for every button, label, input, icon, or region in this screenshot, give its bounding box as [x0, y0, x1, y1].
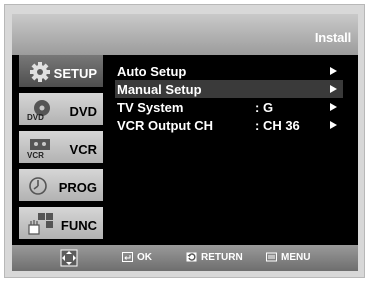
menu-item-tv-system[interactable]: TV System : G — [115, 98, 343, 116]
sidebar-item-label: SETUP — [53, 66, 97, 81]
hand-grid-icon — [28, 213, 53, 235]
arrow-right-icon — [330, 85, 337, 93]
header-bar: Install — [12, 14, 358, 55]
sidebar-item-label: VCR — [69, 142, 97, 157]
arrow-right-icon — [330, 103, 337, 111]
menu-item-label: Manual Setup — [117, 82, 202, 97]
sidebar-item-dvd[interactable]: DVD DVD — [19, 93, 103, 128]
return-label: RETURN — [201, 252, 243, 263]
directional-pad-icon — [60, 249, 78, 267]
setup-menu: Auto Setup Manual Setup TV System : G VC… — [115, 62, 343, 134]
menu-icon — [266, 252, 277, 262]
dvd-icon-text: DVD — [27, 113, 44, 121]
footer-bar: OK RETURN MENU — [12, 245, 358, 271]
menu-item-value: : CH 36 — [255, 118, 300, 133]
menu-item-label: Auto Setup — [117, 64, 187, 79]
menu-item-auto-setup[interactable]: Auto Setup — [115, 62, 343, 80]
return-hint: RETURN — [186, 252, 243, 263]
sidebar-item-prog[interactable]: PROG — [19, 169, 103, 204]
dvd-disc-icon: DVD — [27, 100, 50, 121]
arrow-right-icon — [330, 67, 337, 75]
sidebar-item-label: PROG — [58, 180, 97, 195]
arrow-right-icon — [330, 121, 337, 129]
menu-label: MENU — [281, 252, 311, 263]
return-icon — [186, 252, 197, 262]
header-title: Install — [314, 30, 351, 45]
osd-screen: Install SETUP DVD DVD VCR VCR PROG FUNC … — [12, 14, 358, 271]
menu-hint: MENU — [266, 252, 310, 263]
clock-icon — [29, 177, 47, 195]
sidebar-item-label: DVD — [69, 104, 97, 119]
menu-item-label: TV System — [117, 100, 184, 115]
enter-icon — [122, 252, 133, 262]
vcr-icon-text: VCR — [27, 151, 44, 159]
menu-item-label: VCR Output CH — [117, 118, 214, 133]
sidebar-item-func[interactable]: FUNC — [19, 207, 103, 242]
menu-item-value: : G — [255, 100, 274, 115]
vcr-tape-icon: VCR — [27, 139, 50, 159]
sidebar-item-setup[interactable]: SETUP — [19, 55, 103, 90]
sidebar-item-vcr[interactable]: VCR VCR — [19, 131, 103, 166]
sidebar-item-label: FUNC — [60, 218, 97, 233]
ok-hint: OK — [122, 252, 152, 263]
menu-item-vcr-output-ch[interactable]: VCR Output CH : CH 36 — [115, 116, 343, 134]
sidebar: SETUP DVD DVD VCR VCR PROG FUNC — [19, 55, 103, 245]
menu-item-manual-setup[interactable]: Manual Setup — [115, 80, 343, 98]
gear-icon — [30, 62, 50, 82]
ok-label: OK — [137, 252, 152, 263]
